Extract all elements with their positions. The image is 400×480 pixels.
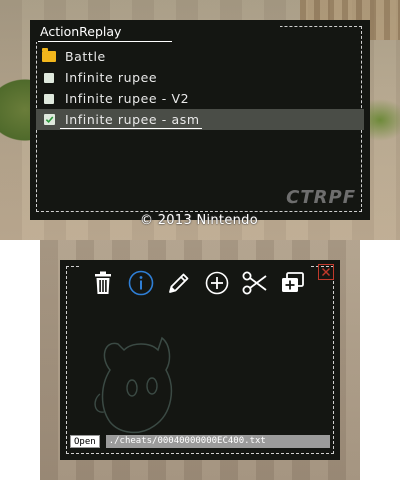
checkbox-icon[interactable] [44,93,54,104]
scissors-icon [242,271,267,295]
file-panel: Open ./cheats/00040000000EC400.txt [60,260,340,460]
folder-icon [42,48,56,62]
list-item-label: Infinite rupee [65,70,158,85]
cheat-list: Battle Infinite rupee Infinite rupee - V… [36,46,364,130]
top-screen: ActionReplay Battle Infinite rupee Infin… [0,0,400,240]
close-icon [322,268,330,276]
add-icon [205,271,229,295]
ctrpf-logo: CTRPF [286,187,356,208]
info-button[interactable] [128,270,154,296]
edit-button[interactable] [166,270,192,296]
list-item-infinite-rupee-asm[interactable]: Infinite rupee - asm [36,109,364,130]
list-item-infinite-rupee-v2[interactable]: Infinite rupee - V2 [36,88,364,109]
list-item-label: Battle [65,49,106,64]
trash-button[interactable] [90,270,116,296]
title-underline [38,41,172,42]
list-item-battle[interactable]: Battle [36,46,364,67]
close-button[interactable] [318,264,334,280]
toolbar [90,268,306,298]
list-item-label: Infinite rupee - asm [65,112,200,127]
list-item-infinite-rupee[interactable]: Infinite rupee [36,67,364,88]
action-replay-panel: ActionReplay Battle Infinite rupee Infin… [30,20,370,220]
copyright-text: © 2013 Nintendo [140,213,258,228]
open-button[interactable]: Open [70,434,100,448]
duplicate-button[interactable] [280,270,306,296]
file-path-field[interactable]: ./cheats/00040000000EC400.txt [105,434,330,448]
cut-button[interactable] [242,270,268,296]
trash-icon [95,271,111,294]
panel-title: ActionReplay [40,24,122,39]
pencil-icon [169,273,189,293]
checkbox-icon[interactable] [44,72,54,83]
list-item-label: Infinite rupee - V2 [65,91,190,106]
file-path-bar: Open ./cheats/00040000000EC400.txt [70,434,330,448]
duplicate-icon [282,272,304,292]
info-icon [128,270,154,296]
mascot-watermark-icon [94,336,173,434]
bottom-screen: Open ./cheats/00040000000EC400.txt [40,240,360,480]
checkbox-checked-icon[interactable] [43,114,55,125]
add-button[interactable] [204,270,230,296]
